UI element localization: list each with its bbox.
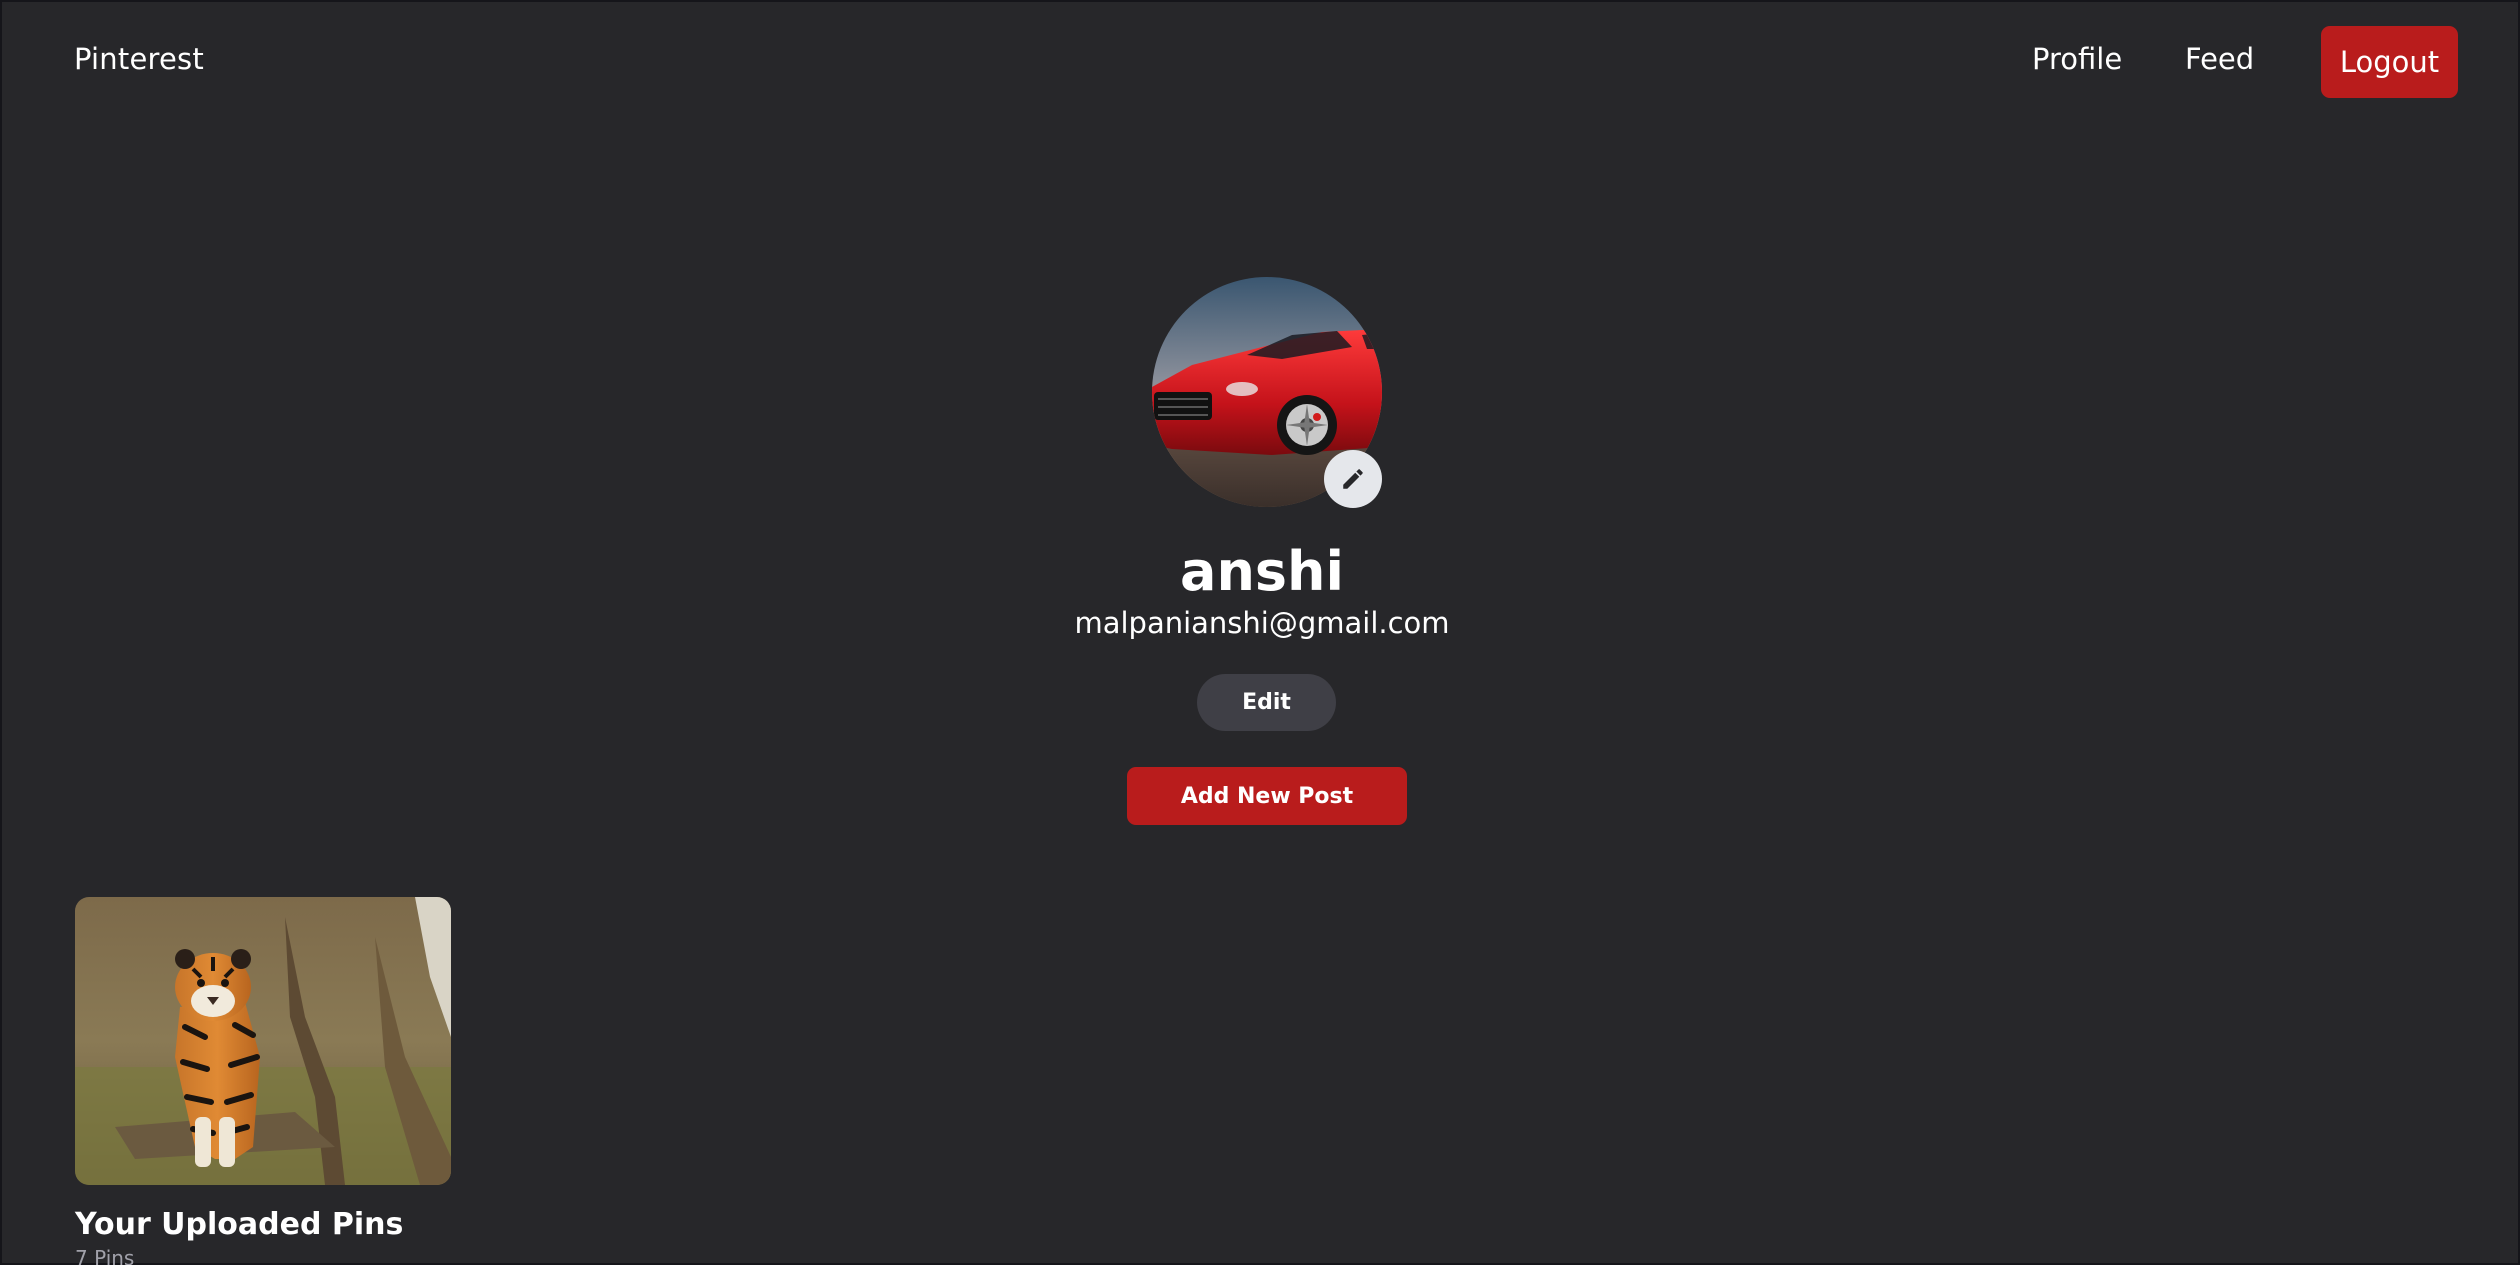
profile-email: malpanianshi@gmail.com [1074,606,1450,640]
edit-avatar-button[interactable] [1324,450,1382,508]
brand-logo[interactable]: Pinterest [74,42,204,76]
top-nav: Pinterest Profile Feed Logout [2,2,2518,122]
edit-profile-button[interactable]: Edit [1197,674,1336,731]
tiger-image [75,897,451,1185]
page-frame: Pinterest Profile Feed Logout anshi malp… [0,0,2520,1265]
nav-profile-link[interactable]: Profile [2032,42,2122,76]
nav-feed-link[interactable]: Feed [2185,42,2254,76]
uploaded-pins-board[interactable]: Your Uploaded Pins 7 Pins [75,897,451,1265]
pin-cover-image [75,897,451,1185]
pencil-icon [1343,469,1363,489]
pins-board-title: Your Uploaded Pins [75,1207,404,1242]
logout-button[interactable]: Logout [2321,26,2458,98]
profile-username: anshi [1180,540,1344,603]
pins-board-count: 7 Pins [75,1246,135,1265]
add-new-post-button[interactable]: Add New Post [1127,767,1407,825]
